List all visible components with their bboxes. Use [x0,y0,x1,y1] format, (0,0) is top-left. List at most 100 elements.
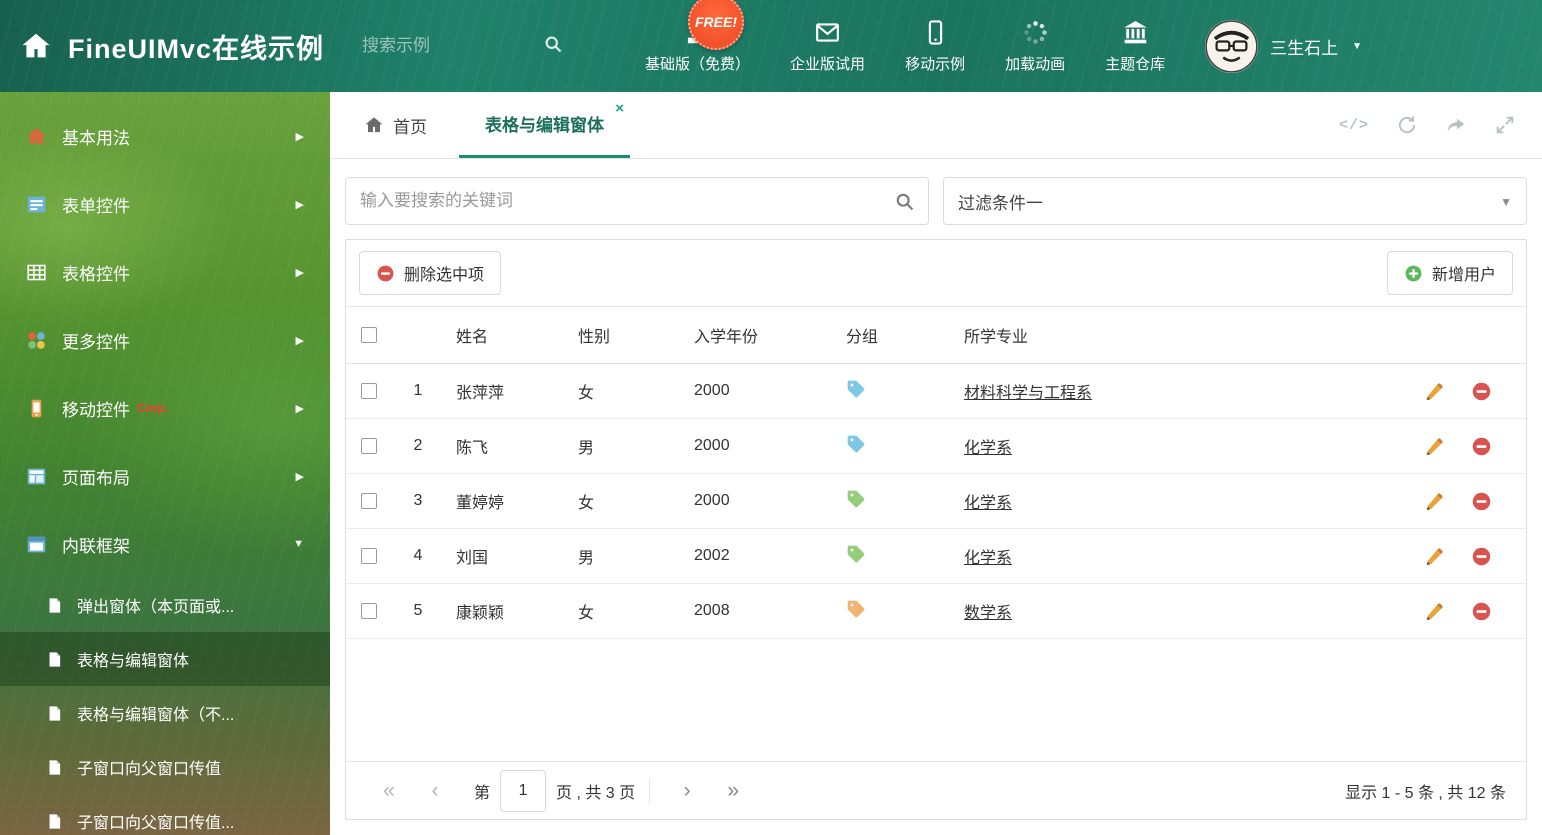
cell-year: 2002 [682,528,834,584]
file-icon [49,651,61,667]
tag-icon [847,600,865,617]
chevron-down-icon: ▼ [1352,40,1363,52]
first-page-button[interactable]: « [366,780,412,801]
delete-icon[interactable] [1471,601,1492,622]
sidebar-subitem-child-to-parent-2[interactable]: 子窗口向父窗口传值... [0,794,330,835]
delete-icon[interactable] [1471,436,1492,457]
add-user-button[interactable]: 新增用户 [1386,251,1513,295]
cell-year: 2000 [682,418,834,474]
filter-row: 过滤条件一 ▼ [345,177,1527,225]
user-name: 三生石上 [1270,38,1339,58]
row-checkbox[interactable] [361,602,377,619]
corp-badge: Corp. [137,401,169,415]
edit-icon[interactable] [1424,436,1445,457]
cell-name: 董婷婷 [444,473,566,529]
sidebar-item-basic-usage[interactable]: 基本用法 ▶ [0,102,330,170]
page-number-input[interactable] [500,769,547,812]
edit-icon[interactable] [1424,601,1445,622]
col-gender: 性别 [566,306,682,364]
cell-name: 陈飞 [444,418,566,474]
top-search[interactable] [360,30,566,62]
row-checkbox[interactable] [361,492,377,509]
nav-enterprise-trial[interactable]: 企业版试用 [790,19,865,74]
filter-dropdown[interactable]: 过滤条件一 ▼ [943,177,1527,225]
row-checkbox[interactable] [361,437,377,454]
major-link[interactable]: 化学系 [964,550,1012,567]
form-icon [27,196,46,212]
prev-page-button[interactable]: ‹ [412,780,458,801]
keyword-search-box [345,177,929,225]
delete-icon[interactable] [1471,491,1492,512]
col-group: 分组 [834,306,952,364]
edit-icon[interactable] [1424,381,1445,402]
chevron-right-icon: ▶ [295,198,304,211]
chevron-down-icon: ▼ [1500,195,1512,209]
data-table: 姓名 性别 入学年份 分组 所学专业 1 张萍萍 女 2000 材料科学与工程系… [346,306,1526,639]
sidebar-subitem-popup-window[interactable]: 弹出窗体（本页面或... [0,578,330,632]
search-icon [545,36,562,53]
cell-name: 张萍萍 [444,363,566,419]
table-row: 5 康颖颖 女 2008 数学系 [346,583,1526,639]
cell-gender: 男 [566,528,682,584]
spinner-icon [1023,20,1047,44]
sidebar-subitem-grid-edit-window[interactable]: 表格与编辑窗体 [0,632,330,686]
sidebar-item-more-controls[interactable]: 更多控件 ▶ [0,306,330,374]
expand-icon[interactable] [1494,114,1516,136]
envelope-icon [816,22,839,42]
page-label-prefix: 第 [474,784,491,802]
last-page-button[interactable]: » [710,780,756,801]
nav-loading-animation[interactable]: 加载动画 [1005,19,1065,74]
sidebar-item-mobile-controls[interactable]: 移动控件 Corp. ▶ [0,374,330,442]
sidebar-item-iframe[interactable]: 内联框架 ▼ [0,510,330,578]
nav-theme-repo[interactable]: 主题仓库 [1105,19,1165,74]
edit-icon[interactable] [1424,546,1445,567]
frame-icon [27,536,46,552]
row-checkbox[interactable] [361,547,377,564]
refresh-icon[interactable] [1396,114,1418,136]
cell-name: 刘国 [444,528,566,584]
sidebar-item-form-controls[interactable]: 表单控件 ▶ [0,170,330,238]
cell-gender: 女 [566,473,682,529]
major-link[interactable]: 数学系 [964,605,1012,622]
edit-icon[interactable] [1424,491,1445,512]
major-link[interactable]: 材料科学与工程系 [964,385,1092,402]
sidebar: 基本用法 ▶ 表单控件 ▶ 表格控件 ▶ 更多控件 ▶ 移动控件 Corp. ▶… [0,92,330,835]
keyword-search-input[interactable] [360,191,884,211]
tab-tools: </> [1339,92,1542,158]
table-row: 1 张萍萍 女 2000 材料科学与工程系 [346,363,1526,419]
close-icon[interactable]: × [615,101,624,116]
top-header: FineUIMvc在线示例 FREE! 基础版（免费） 企业版试用 移动示例 加… [0,0,1542,92]
sidebar-subitem-child-to-parent[interactable]: 子窗口向父窗口传值 [0,740,330,794]
sidebar-subitem-grid-edit-window-2[interactable]: 表格与编辑窗体（不... [0,686,330,740]
table-row: 3 董婷婷 女 2000 化学系 [346,473,1526,529]
tag-icon [847,435,865,452]
chevron-right-icon: ▶ [295,334,304,347]
major-link[interactable]: 化学系 [964,440,1012,457]
file-icon [49,759,61,775]
delete-icon[interactable] [1471,546,1492,567]
select-all-checkbox[interactable] [361,326,377,343]
view-source-icon[interactable]: </> [1339,117,1369,134]
top-search-input[interactable] [360,30,566,62]
table-row: 2 陈飞 男 2000 化学系 [346,418,1526,474]
sidebar-item-grid-controls[interactable]: 表格控件 ▶ [0,238,330,306]
row-checkbox[interactable] [361,382,377,399]
content: 过滤条件一 ▼ 删除选中项 新增用户 [330,159,1542,835]
tab-grid-edit-window[interactable]: 表格与编辑窗体 × [459,92,630,158]
major-link[interactable]: 化学系 [964,495,1012,512]
row-number: 1 [392,363,444,419]
tab-home[interactable]: 首页 [348,92,443,158]
share-icon[interactable] [1445,114,1467,136]
next-page-button[interactable]: › [664,780,710,801]
search-icon[interactable] [894,191,915,212]
plus-circle-icon [1405,265,1422,281]
brand[interactable]: FineUIMvc在线示例 [20,27,324,66]
grid-toolbar: 删除选中项 新增用户 [346,240,1526,306]
user-menu[interactable]: 三生石上 ▼ [1205,19,1363,73]
delete-selected-button[interactable]: 删除选中项 [359,251,502,295]
delete-icon[interactable] [1471,381,1492,402]
sidebar-item-page-layout[interactable]: 页面布局 ▶ [0,442,330,510]
file-icon [49,813,61,829]
nav-mobile-demo[interactable]: 移动示例 [905,19,965,74]
cell-gender: 女 [566,583,682,639]
